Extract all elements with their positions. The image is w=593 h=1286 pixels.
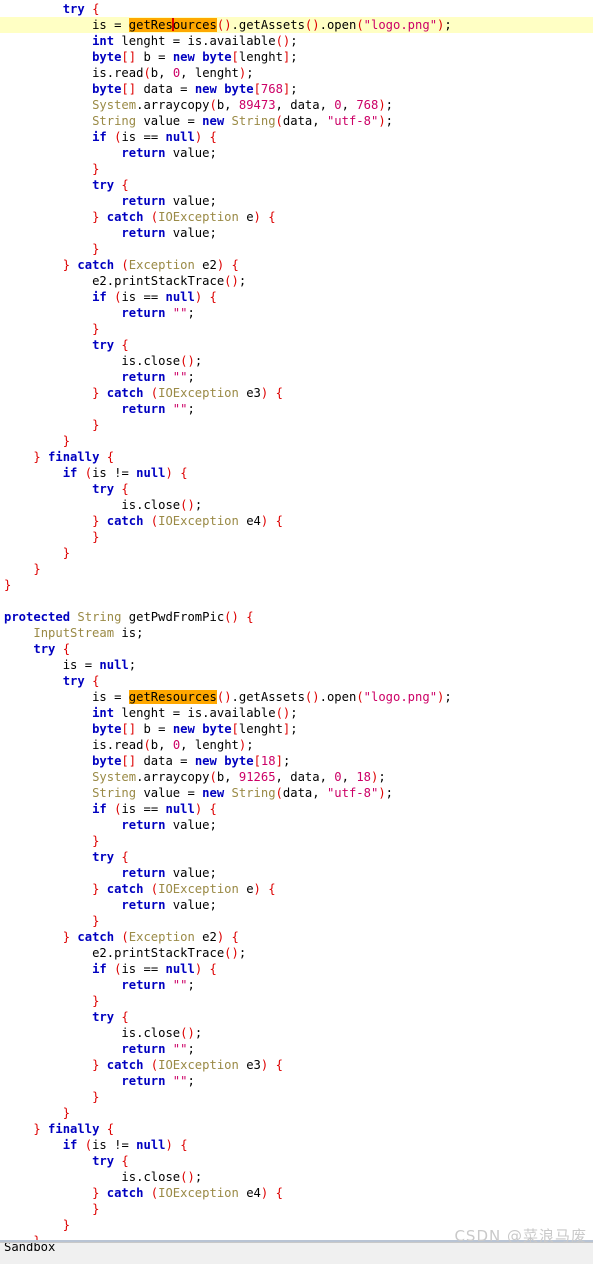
code-line[interactable]: if (is != null) { (0, 465, 593, 481)
code-line[interactable]: } finally { (0, 449, 593, 465)
code-line[interactable]: if (is == null) { (0, 129, 593, 145)
code-line[interactable]: } (0, 577, 593, 593)
code-line[interactable]: return ""; (0, 369, 593, 385)
code-line[interactable]: try { (0, 673, 593, 689)
code-line[interactable]: return ""; (0, 401, 593, 417)
code-line[interactable]: } catch (IOException e3) { (0, 385, 593, 401)
code-line[interactable]: byte[] data = new byte[768]; (0, 81, 593, 97)
code-editor[interactable]: try { is = getResources().getAssets().op… (0, 0, 593, 1264)
code-line[interactable]: } catch (Exception e2) { (0, 257, 593, 273)
code-line[interactable]: return value; (0, 145, 593, 161)
code-line[interactable]: } (0, 913, 593, 929)
code-line[interactable]: } catch (Exception e2) { (0, 929, 593, 945)
code-line[interactable]: } (0, 1201, 593, 1217)
code-line[interactable]: is = getResources().getAssets().open("lo… (0, 689, 593, 705)
code-line[interactable]: byte[] b = new byte[lenght]; (0, 721, 593, 737)
code-line[interactable]: try { (0, 1009, 593, 1025)
code-line[interactable]: if (is == null) { (0, 289, 593, 305)
code-line[interactable] (0, 593, 593, 609)
code-line[interactable]: protected String getPwdFromPic() { (0, 609, 593, 625)
code-line[interactable]: System.arraycopy(b, 91265, data, 0, 18); (0, 769, 593, 785)
code-line[interactable]: e2.printStackTrace(); (0, 273, 593, 289)
code-line[interactable]: is = null; (0, 657, 593, 673)
code-line[interactable]: e2.printStackTrace(); (0, 945, 593, 961)
code-line[interactable]: is.read(b, 0, lenght); (0, 65, 593, 81)
code-line[interactable]: return ""; (0, 977, 593, 993)
code-line[interactable]: } (0, 321, 593, 337)
code-line[interactable]: } (0, 529, 593, 545)
code-line[interactable]: if (is == null) { (0, 801, 593, 817)
text-caret (171, 18, 174, 31)
status-bar-clipped-text: Sandbox (4, 1242, 56, 1254)
code-line[interactable]: try { (0, 481, 593, 497)
code-line[interactable]: } (0, 1217, 593, 1233)
code-line[interactable]: } catch (IOException e3) { (0, 1057, 593, 1073)
code-line[interactable]: byte[] b = new byte[lenght]; (0, 49, 593, 65)
code-line[interactable]: return value; (0, 897, 593, 913)
code-line[interactable]: try { (0, 1, 593, 17)
code-line[interactable]: } (0, 545, 593, 561)
code-line[interactable]: is.read(b, 0, lenght); (0, 737, 593, 753)
code-line[interactable]: try { (0, 1153, 593, 1169)
code-line[interactable]: return ""; (0, 1073, 593, 1089)
code-line[interactable]: } (0, 1105, 593, 1121)
code-line[interactable]: String value = new String(data, "utf-8")… (0, 785, 593, 801)
code-line[interactable]: } (0, 993, 593, 1009)
code-line[interactable]: int lenght = is.available(); (0, 705, 593, 721)
status-bar: Sandbox (0, 1242, 593, 1264)
code-line[interactable]: } catch (IOException e4) { (0, 1185, 593, 1201)
code-line[interactable]: if (is == null) { (0, 961, 593, 977)
code-line[interactable]: try { (0, 337, 593, 353)
code-line[interactable]: is.close(); (0, 1169, 593, 1185)
code-line[interactable]: try { (0, 177, 593, 193)
code-line[interactable]: try { (0, 849, 593, 865)
code-line[interactable]: is.close(); (0, 1025, 593, 1041)
code-line[interactable]: } (0, 833, 593, 849)
code-line[interactable]: return value; (0, 193, 593, 209)
code-line[interactable]: return ""; (0, 305, 593, 321)
code-line[interactable]: return value; (0, 817, 593, 833)
code-line[interactable]: return ""; (0, 1041, 593, 1057)
code-line[interactable]: is = getResources().getAssets().open("lo… (0, 17, 593, 33)
code-text-area[interactable]: try { is = getResources().getAssets().op… (0, 1, 593, 1265)
code-line[interactable]: InputStream is; (0, 625, 593, 641)
code-line[interactable]: } finally { (0, 1121, 593, 1137)
code-line[interactable]: } catch (IOException e4) { (0, 513, 593, 529)
code-line[interactable]: is.close(); (0, 497, 593, 513)
code-line[interactable]: } (0, 417, 593, 433)
occurrence-highlight: getResources (128, 18, 217, 32)
occurrence-highlight: getResources (128, 690, 217, 704)
code-line[interactable]: int lenght = is.available(); (0, 33, 593, 49)
code-line[interactable]: String value = new String(data, "utf-8")… (0, 113, 593, 129)
code-line[interactable]: if (is != null) { (0, 1137, 593, 1153)
code-line[interactable]: return value; (0, 865, 593, 881)
code-line[interactable]: try { (0, 641, 593, 657)
code-line[interactable]: } catch (IOException e) { (0, 209, 593, 225)
code-line[interactable]: System.arraycopy(b, 89473, data, 0, 768)… (0, 97, 593, 113)
code-line[interactable]: } (0, 433, 593, 449)
code-line[interactable]: is.close(); (0, 353, 593, 369)
code-line[interactable]: byte[] data = new byte[18]; (0, 753, 593, 769)
code-line[interactable]: } (0, 161, 593, 177)
code-line[interactable]: } (0, 561, 593, 577)
code-line[interactable]: } (0, 1089, 593, 1105)
code-line[interactable]: } (0, 241, 593, 257)
code-line[interactable]: } catch (IOException e) { (0, 881, 593, 897)
code-line[interactable]: return value; (0, 225, 593, 241)
